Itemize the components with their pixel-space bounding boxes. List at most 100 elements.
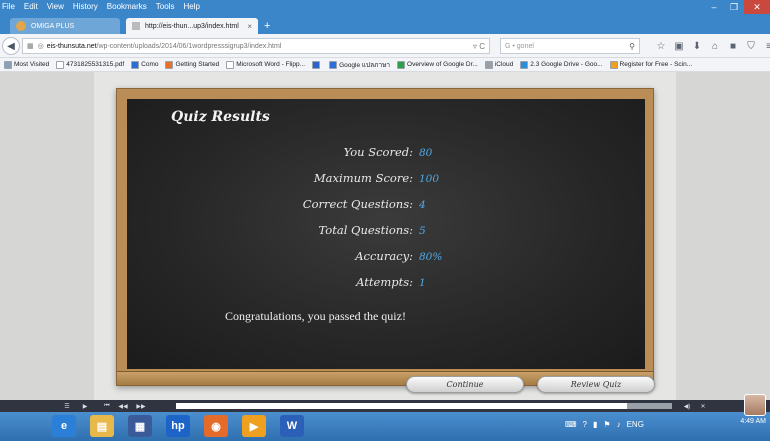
windows-taskbar: e ▤ ▦ hp ◉ ▶ W ⌨ ? ▮ ⚑ ♪ ENG 4:49 AM (0, 412, 770, 441)
bookmark-label: Google แปลภาษา (339, 61, 391, 69)
help-icon[interactable]: ? (583, 420, 587, 429)
tab-close-icon[interactable]: × (247, 22, 252, 31)
bookmark-icon (609, 60, 618, 69)
word-icon[interactable]: W (280, 415, 304, 437)
minimize-icon[interactable]: – (704, 0, 724, 14)
result-row-score: You Scored: 80 (127, 145, 645, 165)
bookmarks-bar: Most Visited 4731825531315.pdf Como Getting… (0, 58, 770, 72)
menu-help[interactable]: Help (183, 0, 199, 14)
navigation-bar: ◀ ▦ ◎ eis-thunsuta.net/wp-content/upload… (0, 34, 770, 58)
language-indicator[interactable]: ENG (627, 420, 644, 429)
bookmark-icon (226, 60, 235, 69)
review-quiz-button[interactable]: Review Quiz (537, 376, 655, 393)
back-button[interactable]: ◀ (2, 37, 20, 55)
clock[interactable]: 4:49 AM (740, 417, 766, 426)
skip-back-icon[interactable]: ⏮ (100, 400, 114, 412)
continue-button[interactable]: Continue (406, 376, 524, 393)
result-row-accuracy: Accuracy: 80% (127, 249, 645, 269)
blackboard: Quiz Results You Scored: 80 Maximum Scor… (127, 99, 645, 369)
flag-icon[interactable]: ⚑ (603, 420, 610, 429)
tab-omiga-plus[interactable]: OMIGA PLUS (10, 18, 120, 34)
new-tab-button[interactable]: + (264, 20, 270, 32)
tab-index-html[interactable]: http://eis-thun...up3/index.html × (126, 18, 258, 34)
pocket-icon[interactable]: ■ (724, 38, 742, 54)
url-host: eis-thunsuta.net (46, 42, 97, 50)
network-icon[interactable]: ▮ (593, 420, 597, 429)
bookmark-item[interactable]: Overview of Google Dr... (397, 60, 478, 69)
bookmark-label: iCloud (494, 61, 514, 68)
bookmark-label: Most Visited (14, 61, 50, 68)
bookmark-item[interactable]: iCloud (484, 60, 514, 69)
bookmark-icon (484, 60, 493, 69)
blackboard-frame: Quiz Results You Scored: 80 Maximum Scor… (116, 88, 654, 386)
bookmark-label: 4731825531315.pdf (66, 61, 125, 68)
result-label: Attempts: (356, 275, 413, 289)
keyboard-icon[interactable]: ⌨ (565, 420, 577, 429)
home-icon[interactable]: ⌂ (706, 38, 724, 54)
play-icon[interactable]: ▶ (78, 400, 92, 412)
window-controls: – ❐ ✕ (704, 0, 770, 14)
menu-history[interactable]: History (73, 0, 98, 14)
shield-icon[interactable]: ⛉ (742, 38, 760, 54)
menu-icon[interactable]: ≡ (760, 38, 770, 54)
page-favicon-icon (132, 22, 140, 30)
omiga-favicon-icon (16, 21, 26, 31)
search-bar[interactable]: G • gonel ⚲ (500, 38, 640, 54)
download-icon[interactable]: ⬇ (688, 38, 706, 54)
media-player-icon[interactable]: ▶ (242, 415, 266, 437)
hp-icon[interactable]: hp (166, 415, 190, 437)
volume-icon[interactable]: ◀) (680, 400, 694, 412)
bookmark-item[interactable]: 4731825531315.pdf (56, 60, 125, 69)
menu-edit[interactable]: Edit (24, 0, 38, 14)
player-controls: ☰ ▶ ⏮ ◀◀ ▶▶ ◀) ✕ (0, 400, 770, 412)
maximize-icon[interactable]: ❐ (724, 0, 744, 14)
start-button[interactable] (0, 412, 44, 441)
progress-track[interactable] (176, 403, 672, 409)
bookmark-label: Overview of Google Dr... (407, 61, 478, 68)
library-icon[interactable]: ▣ (670, 38, 688, 54)
bookmark-item[interactable]: Microsoft Word - Flipp... (226, 60, 305, 69)
bookmark-item[interactable]: Most Visited (4, 60, 50, 69)
menu-bar: File Edit View History Bookmarks Tools H… (0, 0, 770, 14)
internet-explorer-icon[interactable]: e (52, 415, 76, 437)
menu-file[interactable]: File (2, 0, 15, 14)
file-explorer-icon[interactable]: ▤ (90, 415, 114, 437)
toolbar-icons: ☆ ▣ ⬇ ⌂ ■ ⛉ ≡ (652, 38, 770, 54)
bookmark-label: Como (141, 61, 159, 68)
pass-message: Congratulations, you passed the quiz! (225, 309, 406, 323)
speaker-icon[interactable]: ♪ (617, 420, 621, 429)
menu-bookmarks[interactable]: Bookmarks (107, 0, 147, 14)
bookmark-icon (4, 60, 12, 69)
tab-label: OMIGA PLUS (31, 22, 75, 30)
media-icon[interactable]: ▦ (128, 415, 152, 437)
bookmark-item[interactable]: Register for Free - Scin... (609, 60, 692, 69)
bookmark-item[interactable]: Como (131, 60, 159, 69)
menu-view[interactable]: View (47, 0, 64, 14)
bookmark-item[interactable] (312, 60, 322, 69)
url-path: /wp-content/uploads/2014/06/1wordpresssi… (96, 42, 282, 50)
menu-toggle-icon[interactable]: ☰ (60, 400, 74, 412)
next-icon[interactable]: ▶▶ (134, 400, 148, 412)
result-row-total: Total Questions: 5 (127, 223, 645, 243)
search-icon[interactable]: ⚲ (629, 42, 639, 51)
bookmark-label: Getting Started (175, 61, 220, 68)
bookmark-item[interactable]: Google แปลภาษา (329, 60, 390, 70)
previous-icon[interactable]: ◀◀ (116, 400, 130, 412)
star-icon[interactable]: ☆ (652, 38, 670, 54)
bookmark-item[interactable]: Getting Started (165, 60, 220, 69)
result-value: 80% (419, 251, 443, 263)
bookmark-icon (329, 60, 338, 69)
close-player-icon[interactable]: ✕ (696, 400, 710, 412)
reload-icon[interactable]: ▿ C (473, 42, 489, 51)
bookmark-icon (520, 60, 529, 69)
firefox-icon[interactable]: ◉ (204, 415, 228, 437)
user-avatar[interactable] (744, 394, 766, 416)
tab-strip: OMIGA PLUS http://eis-thun...up3/index.h… (0, 14, 770, 34)
bookmark-item[interactable]: 2.3 Google Drive - Goo... (520, 60, 603, 69)
menu-tools[interactable]: Tools (156, 0, 175, 14)
close-window-icon[interactable]: ✕ (744, 0, 770, 14)
bookmark-icon (312, 60, 321, 69)
url-bar[interactable]: ▦ ◎ eis-thunsuta.net/wp-content/uploads/… (22, 38, 490, 54)
progress-fill (176, 403, 628, 409)
quiz-results-title: Quiz Results (171, 109, 270, 125)
